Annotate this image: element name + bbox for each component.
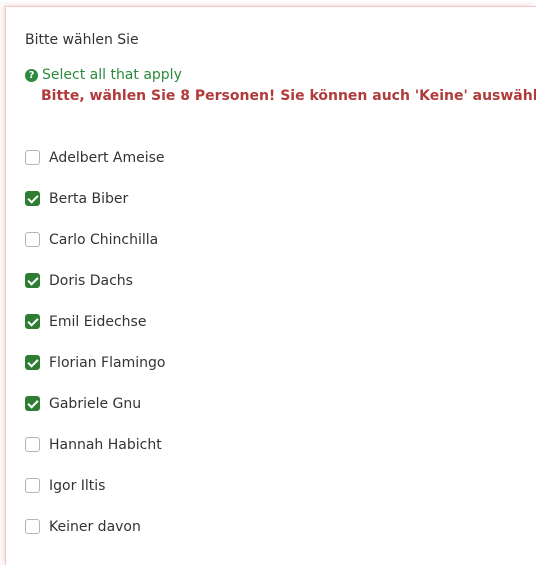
- checkbox[interactable]: [25, 150, 40, 165]
- option-hannah-habicht[interactable]: Hannah Habicht: [25, 435, 165, 476]
- option-doris-dachs[interactable]: Doris Dachs: [25, 271, 165, 312]
- option-label: Gabriele Gnu: [49, 396, 142, 412]
- question-title: Bitte wählen Sie: [25, 32, 139, 48]
- option-emil-eidechse[interactable]: Emil Eidechse: [25, 312, 165, 353]
- option-berta-biber[interactable]: Berta Biber: [25, 189, 165, 230]
- option-label: Adelbert Ameise: [49, 150, 165, 166]
- checkbox-checked[interactable]: [25, 396, 40, 411]
- hint-text-row: ? Select all that apply: [25, 66, 182, 84]
- checkbox-checked[interactable]: [25, 314, 40, 329]
- option-label: Emil Eidechse: [49, 314, 147, 330]
- checkbox-checked[interactable]: [25, 355, 40, 370]
- option-label: Berta Biber: [49, 191, 129, 207]
- option-florian-flamingo[interactable]: Florian Flamingo: [25, 353, 165, 394]
- option-igor-iltis[interactable]: Igor Iltis: [25, 476, 165, 517]
- checkbox-checked[interactable]: [25, 191, 40, 206]
- option-adelbert-ameise[interactable]: Adelbert Ameise: [25, 148, 165, 189]
- option-carlo-chinchilla[interactable]: Carlo Chinchilla: [25, 230, 165, 271]
- hint-label: Select all that apply: [42, 67, 182, 83]
- checkbox[interactable]: [25, 437, 40, 452]
- question-circle-icon: ?: [25, 68, 38, 82]
- option-label: Carlo Chinchilla: [49, 232, 159, 248]
- checkbox[interactable]: [25, 232, 40, 247]
- checkbox[interactable]: [25, 519, 40, 534]
- checkbox-checked[interactable]: [25, 273, 40, 288]
- validation-error: Bitte, wählen Sie 8 Personen! Sie können…: [41, 88, 536, 104]
- option-label: Keiner davon: [49, 519, 141, 535]
- option-label: Doris Dachs: [49, 273, 133, 289]
- option-label: Igor Iltis: [49, 478, 106, 494]
- option-label: Florian Flamingo: [49, 355, 166, 371]
- question-container: Bitte wählen Sie ? Select all that apply…: [5, 6, 536, 565]
- option-keiner-davon[interactable]: Keiner davon: [25, 517, 165, 558]
- options-list: Adelbert Ameise Berta Biber Carlo Chinch…: [25, 148, 165, 558]
- option-gabriele-gnu[interactable]: Gabriele Gnu: [25, 394, 165, 435]
- checkbox[interactable]: [25, 478, 40, 493]
- option-label: Hannah Habicht: [49, 437, 162, 453]
